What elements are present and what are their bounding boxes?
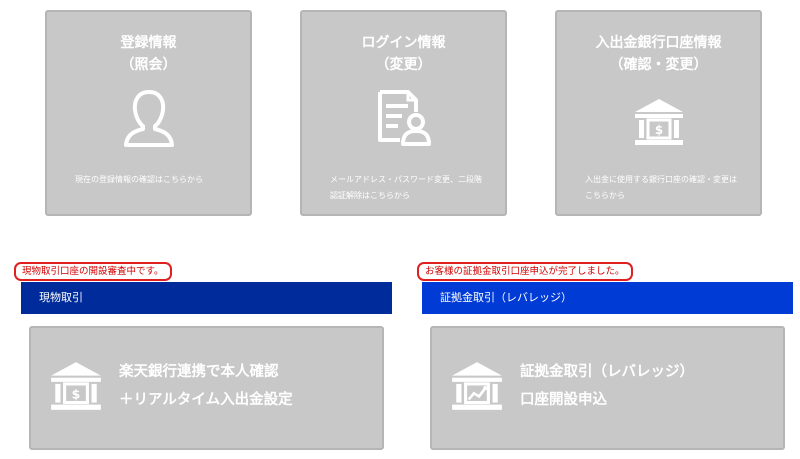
card-description: メールアドレス・パスワード変更、二段階認証解除はこちらから	[330, 175, 482, 200]
card-bank-account-info[interactable]: 入出金銀行口座情報 （確認・変更） $ 入出金に使用する銀行口座の確認・変更はこ…	[555, 10, 762, 216]
margin-section-bar: 証拠金取引（レバレッジ）	[422, 282, 793, 314]
card-title: ログイン情報 （変更）	[361, 35, 446, 73]
card-login-info[interactable]: ログイン情報 （変更） メールアドレス・パスワード変更、二段階認証解除はこちらか…	[300, 10, 507, 216]
card-description: 入出金に使用する銀行口座の確認・変更はこちらから	[585, 175, 737, 200]
spot-status-notice: 現物取引口座の開設審査中です。	[14, 262, 172, 281]
bank-icon: $	[47, 358, 105, 418]
card-title: 入出金銀行口座情報 （確認・変更）	[595, 35, 722, 73]
card-title: 証拠金取引（レバレッジ） 口座開設申込	[520, 364, 694, 408]
card-registration-info[interactable]: 登録情報 （照会） 現在の登録情報の確認はこちらから	[45, 10, 252, 216]
margin-status-notice: お客様の証拠金取引口座申込が完了しました。	[417, 262, 633, 281]
card-description: 現在の登録情報の確認はこちらから	[75, 175, 203, 184]
spot-section-bar: 現物取引	[21, 282, 392, 314]
bank-icon: $	[631, 96, 687, 152]
card-title: 登録情報 （照会）	[120, 35, 177, 73]
card-title: 楽天銀行連携で本人確認 ＋リアルタイム入出金設定	[119, 364, 293, 408]
card-margin-account-apply[interactable]: 証拠金取引（レバレッジ） 口座開設申込	[430, 326, 785, 450]
bank-chart-icon	[448, 358, 506, 418]
svg-text:$: $	[654, 123, 662, 137]
document-user-icon	[374, 88, 434, 152]
card-rakuten-bank-link[interactable]: $ 楽天銀行連携で本人確認 ＋リアルタイム入出金設定	[29, 326, 384, 450]
person-icon	[123, 88, 175, 152]
svg-text:$: $	[72, 386, 81, 401]
